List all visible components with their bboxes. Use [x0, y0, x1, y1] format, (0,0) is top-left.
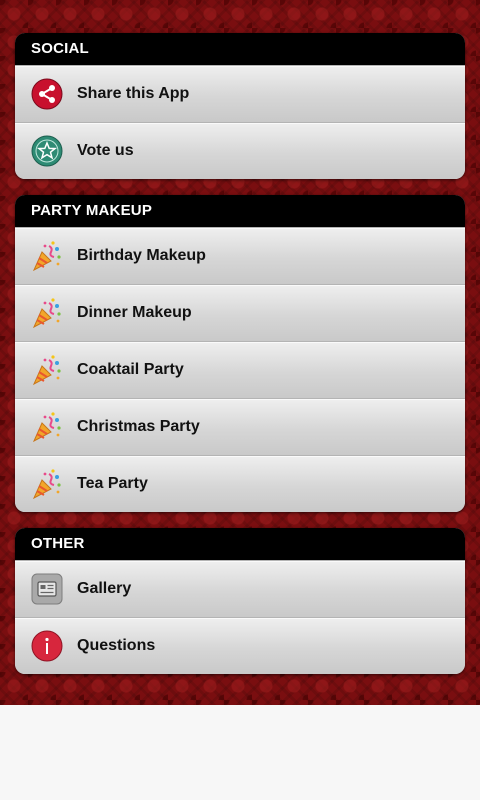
party-popper-icon — [32, 355, 61, 386]
party-popper-icon — [32, 412, 61, 443]
social-section: SOCIAL Share this App Vote us — [15, 33, 465, 179]
share-app-item[interactable]: Share this App — [15, 65, 465, 122]
tea-party-item[interactable]: Tea Party — [15, 455, 465, 512]
birthday-makeup-item[interactable]: Birthday Makeup — [15, 227, 465, 284]
vote-us-item[interactable]: Vote us — [15, 122, 465, 179]
info-icon — [31, 630, 63, 662]
item-label: Gallery — [77, 580, 132, 597]
item-label: Birthday Makeup — [77, 247, 206, 264]
party-popper-icon — [32, 241, 61, 272]
empty-area — [0, 705, 480, 800]
share-icon — [31, 78, 63, 110]
item-label: Tea Party — [77, 475, 148, 492]
christmas-party-item[interactable]: Christmas Party — [15, 398, 465, 455]
section-header: OTHER — [15, 528, 465, 560]
other-section: OTHER Gallery Questions — [15, 528, 465, 674]
item-label: Share this App — [77, 85, 190, 102]
gallery-item[interactable]: Gallery — [15, 560, 465, 617]
dinner-makeup-item[interactable]: Dinner Makeup — [15, 284, 465, 341]
item-label: Coaktail Party — [77, 361, 184, 378]
star-icon — [31, 135, 63, 167]
item-label: Questions — [77, 637, 156, 654]
item-label: Dinner Makeup — [77, 304, 192, 321]
party-popper-icon — [32, 298, 61, 329]
party-makeup-section: PARTY MAKEUP Birthday Makeup Dinner Make… — [15, 195, 465, 512]
item-label: Christmas Party — [77, 418, 200, 435]
party-popper-icon — [32, 469, 61, 500]
section-header: SOCIAL — [15, 33, 465, 65]
coaktail-party-item[interactable]: Coaktail Party — [15, 341, 465, 398]
gallery-icon — [31, 573, 63, 605]
questions-item[interactable]: Questions — [15, 617, 465, 674]
item-label: Vote us — [77, 142, 134, 159]
section-header: PARTY MAKEUP — [15, 195, 465, 227]
